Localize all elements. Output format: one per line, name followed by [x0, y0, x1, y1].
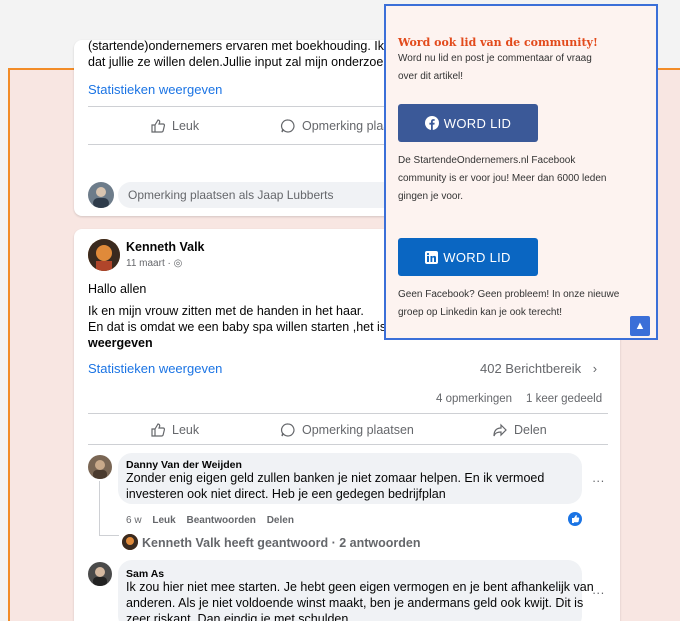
facebook-icon — [424, 116, 439, 130]
stats-link[interactable]: Statistieken weergeven — [88, 361, 222, 377]
like-button[interactable]: Leuk — [150, 118, 199, 134]
post-text: En dat is omdat we een baby spa willen s… — [88, 320, 403, 334]
post-greeting: Hallo allen — [88, 282, 147, 296]
comment-like-button[interactable]: Leuk — [152, 515, 175, 526]
like-button[interactable]: Leuk — [150, 422, 199, 438]
like-label: Leuk — [172, 423, 200, 437]
linkedin-description-line: groep op Linkedin kan je ook terecht! — [398, 307, 562, 318]
comment-label: Opmerking plaatsen — [302, 423, 414, 437]
popup-intro: Word nu lid en post je commentaar of vra… — [398, 50, 648, 86]
post-text: Ik en mijn vrouw zitten met de handen in… — [88, 304, 364, 318]
post-text: (startende)ondernemers ervaren met boekh… — [88, 40, 404, 53]
shares-count[interactable]: 1 keer gedeeld — [526, 391, 602, 407]
facebook-button-label: WORD LID — [443, 115, 512, 131]
comment-bubble: Danny Van der Weijden Zonder enig eigen … — [118, 453, 582, 504]
comment-text: Zonder enig eigen geld zullen banken je … — [126, 471, 545, 485]
thumbs-up-icon — [572, 515, 580, 523]
scroll-to-top-button[interactable]: ▲ — [630, 316, 650, 336]
facebook-description-line: De StartendeOndernemers.nl Facebook — [398, 155, 576, 166]
comment-button[interactable]: Opmerking plaatsen — [280, 422, 414, 438]
date-text: 11 maart — [126, 258, 165, 269]
thread-line — [99, 535, 119, 536]
view-replies-link[interactable]: Kenneth Valk heeft geantwoord · 2 antwoo… — [142, 535, 421, 551]
avatar — [88, 182, 114, 208]
more-options-icon[interactable]: ··· — [592, 585, 605, 601]
user-avatar-icon — [88, 239, 120, 271]
linkedin-icon — [425, 250, 439, 264]
divider — [88, 444, 608, 445]
linkedin-join-button[interactable]: WORD LID — [398, 238, 538, 276]
stats-link[interactable]: Statistieken weergeven — [88, 82, 222, 98]
user-avatar-icon — [93, 567, 107, 586]
facebook-description-line: gingen je voor. — [398, 191, 464, 202]
comment-text: zeer riskant. Dan eindig je met schulden… — [126, 612, 352, 621]
author-avatar[interactable] — [88, 239, 120, 271]
popup-intro-line: Word nu lid en post je commentaar of vra… — [398, 53, 592, 64]
thumbs-up-icon — [151, 119, 166, 133]
divider — [88, 413, 608, 414]
comment-reply-button[interactable]: Beantwoorden — [186, 515, 255, 526]
post-date[interactable]: 11 maart · ◎ — [126, 256, 182, 272]
comment-text: Ik zou hier niet mee starten. Je hebt ge… — [126, 580, 594, 594]
facebook-join-button[interactable]: WORD LID — [398, 104, 538, 142]
popup-title: Word ook lid van de community! — [398, 36, 598, 49]
facebook-description-line: community is er voor jou! Meer dan 6000 … — [398, 173, 607, 184]
comment-time[interactable]: 6 w — [126, 515, 142, 526]
like-label: Leuk — [172, 119, 200, 133]
commenter-avatar[interactable] — [88, 455, 112, 479]
chevron-up-icon: ▲ — [634, 320, 646, 332]
community-popup: Word ook lid van de community! Word nu l… — [384, 4, 658, 340]
reach-label: 402 Berichtbereik — [480, 361, 582, 376]
reply-avatar — [122, 534, 138, 550]
user-avatar-icon — [93, 187, 109, 208]
comment-actions: 6 w Leuk Beantwoorden Delen — [126, 513, 294, 529]
like-reaction-icon[interactable] — [568, 512, 582, 526]
linkedin-button-label: WORD LID — [443, 249, 511, 265]
globe-icon: · ◎ — [167, 258, 183, 269]
comment-bubble: Sam As Ik zou hier niet mee starten. Je … — [118, 560, 594, 621]
user-avatar-icon — [93, 460, 107, 479]
author-name[interactable]: Kenneth Valk — [126, 239, 205, 255]
comment-text: anderen. Als je niet voldoende winst maa… — [126, 596, 584, 610]
share-button[interactable]: Delen — [492, 422, 547, 438]
comment-icon — [281, 119, 295, 133]
more-options-icon[interactable]: ··· — [592, 473, 605, 489]
comment-text: investeren ook niet direct. Heb je een g… — [126, 487, 446, 501]
popup-intro-line: over dit artikel! — [398, 71, 464, 82]
see-more-link[interactable]: weergeven — [88, 335, 153, 351]
chevron-right-icon: › — [592, 361, 598, 376]
reach-count[interactable]: 402 Berichtbereik › — [480, 361, 597, 377]
comments-count[interactable]: 4 opmerkingen — [436, 391, 512, 407]
facebook-description: De StartendeOndernemers.nl Facebook comm… — [398, 152, 648, 206]
share-icon — [493, 423, 507, 437]
linkedin-description: Geen Facebook? Geen probleem! In onze ni… — [398, 286, 648, 322]
thread-line — [99, 481, 100, 535]
user-avatar-icon — [122, 534, 138, 550]
comment-placeholder: Opmerking plaatsen als Jaap Lubberts — [128, 188, 334, 202]
commenter-avatar[interactable] — [88, 562, 112, 586]
comment-share-button[interactable]: Delen — [267, 515, 294, 526]
comment-icon — [281, 423, 295, 437]
share-label: Delen — [514, 423, 547, 437]
linkedin-description-line: Geen Facebook? Geen probleem! In onze ni… — [398, 289, 620, 300]
thumbs-up-icon — [151, 423, 166, 437]
post-text: dat jullie ze willen delen.Jullie input … — [88, 55, 400, 69]
